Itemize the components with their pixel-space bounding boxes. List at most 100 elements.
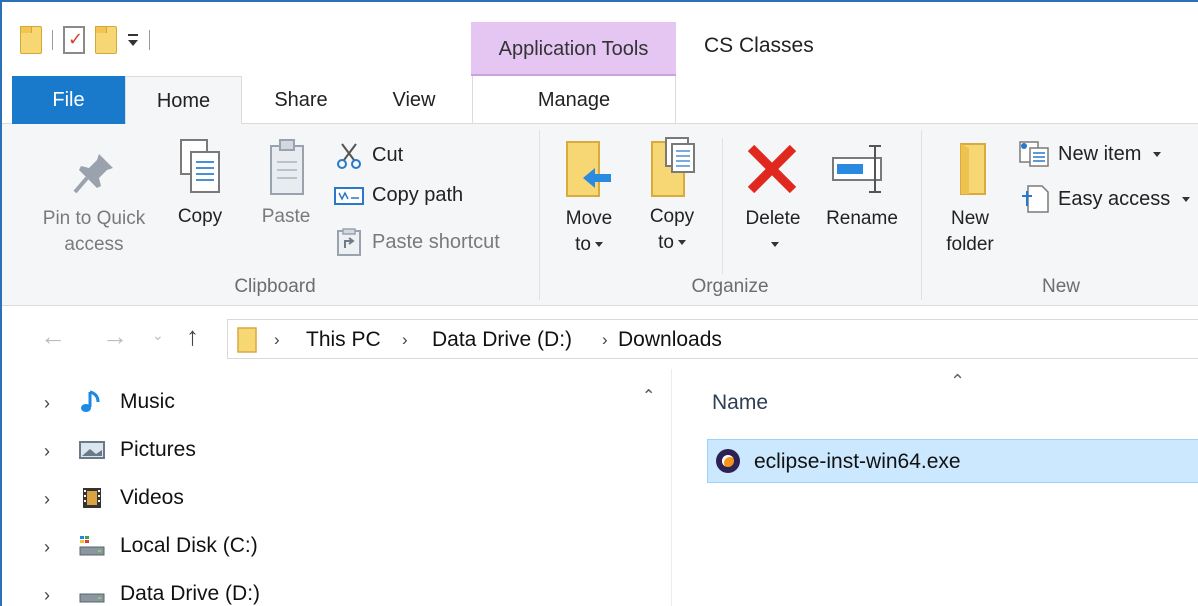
new-folder-button[interactable]: New folder	[932, 138, 1008, 258]
file-row[interactable]: eclipse-inst-win64.exe	[707, 439, 1198, 483]
paste-shortcut-label: Paste shortcut	[372, 230, 500, 253]
toolbar-separator	[149, 30, 150, 50]
breadcrumb-separator-icon[interactable]: ›	[402, 330, 408, 350]
tree-label: Music	[120, 390, 175, 413]
up-arrow-icon[interactable]: ↑	[186, 321, 199, 352]
ribbon-tab-row: File Home Share View Manage	[2, 76, 1198, 125]
paste-shortcut-icon	[337, 228, 361, 256]
paste-label: Paste	[261, 206, 311, 227]
pictures-icon	[79, 441, 105, 459]
copy-path-button[interactable]: Copy path	[334, 184, 463, 207]
tree-label: Data Drive (D:)	[120, 582, 261, 605]
tab-home[interactable]: Home	[125, 76, 242, 125]
cut-button[interactable]: Cut	[334, 140, 403, 170]
delete-label: Delete	[745, 208, 801, 229]
paste-button[interactable]: Paste	[254, 136, 318, 230]
tab-share[interactable]: Share	[252, 76, 350, 124]
expand-chevron-icon[interactable]: ›	[44, 585, 50, 606]
expand-chevron-icon[interactable]: ›	[44, 393, 50, 414]
properties-icon[interactable]: ✓	[63, 26, 85, 54]
expand-chevron-icon[interactable]: ›	[44, 489, 50, 510]
tree-label: Videos	[120, 486, 184, 509]
paste-icon	[270, 139, 304, 195]
tree-item-videos[interactable]: › Videos	[2, 480, 622, 516]
breadcrumb-data-drive[interactable]: Data Drive (D:)	[432, 328, 572, 352]
column-header-name[interactable]: Name	[712, 391, 768, 415]
copy-to-button[interactable]: Copy to	[640, 136, 704, 256]
new-folder-icon	[960, 143, 986, 195]
copy-icon	[180, 139, 220, 193]
forward-arrow-icon[interactable]: →	[102, 321, 128, 352]
application-tools-label: Application Tools	[498, 38, 649, 60]
window-title: CS Classes	[704, 34, 814, 57]
delete-icon	[747, 144, 797, 194]
cut-label: Cut	[372, 143, 404, 166]
delete-button[interactable]: Delete	[736, 138, 810, 258]
ribbon: Pin to Quick access Copy Paste Cut Copy …	[2, 124, 1198, 306]
address-bar[interactable]: › This PC › Data Drive (D:) › Downloads	[227, 319, 1198, 359]
paste-shortcut-button[interactable]: Paste shortcut	[334, 228, 500, 256]
tab-file[interactable]: File	[12, 76, 125, 124]
copy-to-label-line2: to	[658, 232, 674, 253]
customize-toolbar-dropdown-icon[interactable]	[127, 30, 139, 50]
breadcrumb-this-pc[interactable]: This PC	[306, 328, 381, 352]
title-bar: ✓ Application Tools CS Classes	[2, 2, 1198, 76]
music-icon	[81, 390, 100, 412]
drive-icon	[79, 593, 105, 603]
new-item-button[interactable]: New item	[1018, 140, 1162, 168]
pin-label-line1: Pin to Quick	[42, 208, 146, 229]
tree-item-local-disk[interactable]: › Local Disk (C:)	[2, 528, 622, 564]
move-to-label-line1: Move	[565, 208, 613, 229]
new-item-label: New item	[1058, 142, 1142, 165]
scroll-up-icon[interactable]: ⌃	[642, 386, 655, 406]
tree-item-pictures[interactable]: › Pictures	[2, 432, 622, 468]
sort-ascending-icon: ⌃	[950, 371, 966, 391]
tree-label: Local Disk (C:)	[120, 534, 258, 557]
pin-label-line2: access	[64, 234, 124, 255]
move-to-label-line2: to	[575, 234, 591, 255]
rename-button[interactable]: Rename	[816, 138, 908, 232]
toolbar-separator	[52, 30, 53, 50]
move-to-button[interactable]: Move to	[554, 138, 624, 258]
scissors-icon	[337, 143, 361, 169]
local-disk-icon	[79, 536, 105, 556]
move-to-icon	[566, 141, 611, 197]
navigation-pane: ⌃ › Music › Pictures › Videos › Local Di…	[2, 369, 672, 606]
new-folder-label-line1: New	[950, 208, 989, 229]
breadcrumb-downloads[interactable]: Downloads	[618, 328, 722, 352]
button-separator	[722, 138, 723, 274]
new-item-icon	[1019, 141, 1049, 167]
easy-access-button[interactable]: Easy access	[1018, 184, 1191, 214]
folder-icon[interactable]	[20, 26, 42, 54]
navigation-bar: ← → ⌄ ↑ › This PC › Data Drive (D:) › Do…	[2, 307, 1198, 369]
tab-manage[interactable]: Manage	[472, 76, 676, 124]
new-folder-icon[interactable]	[95, 26, 117, 54]
group-separator	[539, 130, 540, 300]
tree-label: Pictures	[120, 438, 196, 461]
tree-item-music[interactable]: › Music	[2, 384, 622, 420]
back-arrow-icon[interactable]: ←	[40, 321, 66, 352]
file-name: eclipse-inst-win64.exe	[754, 450, 961, 473]
easy-access-icon	[1022, 185, 1049, 213]
tree-item-data-drive[interactable]: › Data Drive (D:)	[2, 576, 622, 606]
folder-icon	[237, 327, 257, 353]
tab-view[interactable]: View	[362, 76, 466, 124]
rename-label: Rename	[826, 208, 898, 229]
breadcrumb-separator-icon[interactable]: ›	[602, 330, 608, 350]
chevron-down-icon	[1182, 196, 1191, 202]
chevron-down-icon	[677, 240, 686, 246]
breadcrumb-separator-icon[interactable]: ›	[274, 330, 280, 350]
new-group-label: New	[1041, 276, 1080, 297]
pin-icon	[73, 154, 113, 194]
easy-access-label: Easy access	[1058, 187, 1171, 210]
recent-locations-chevron-icon[interactable]: ⌄	[152, 327, 164, 344]
expand-chevron-icon[interactable]: ›	[44, 537, 50, 558]
chevron-down-icon	[771, 242, 779, 248]
quick-access-toolbar: ✓	[20, 20, 150, 60]
copy-path-label: Copy path	[372, 184, 464, 206]
rename-icon	[832, 145, 882, 193]
copy-button[interactable]: Copy	[170, 136, 230, 230]
expand-chevron-icon[interactable]: ›	[44, 441, 50, 462]
pin-to-quick-access-button[interactable]: Pin to Quick access	[24, 148, 164, 258]
videos-icon	[83, 488, 101, 508]
